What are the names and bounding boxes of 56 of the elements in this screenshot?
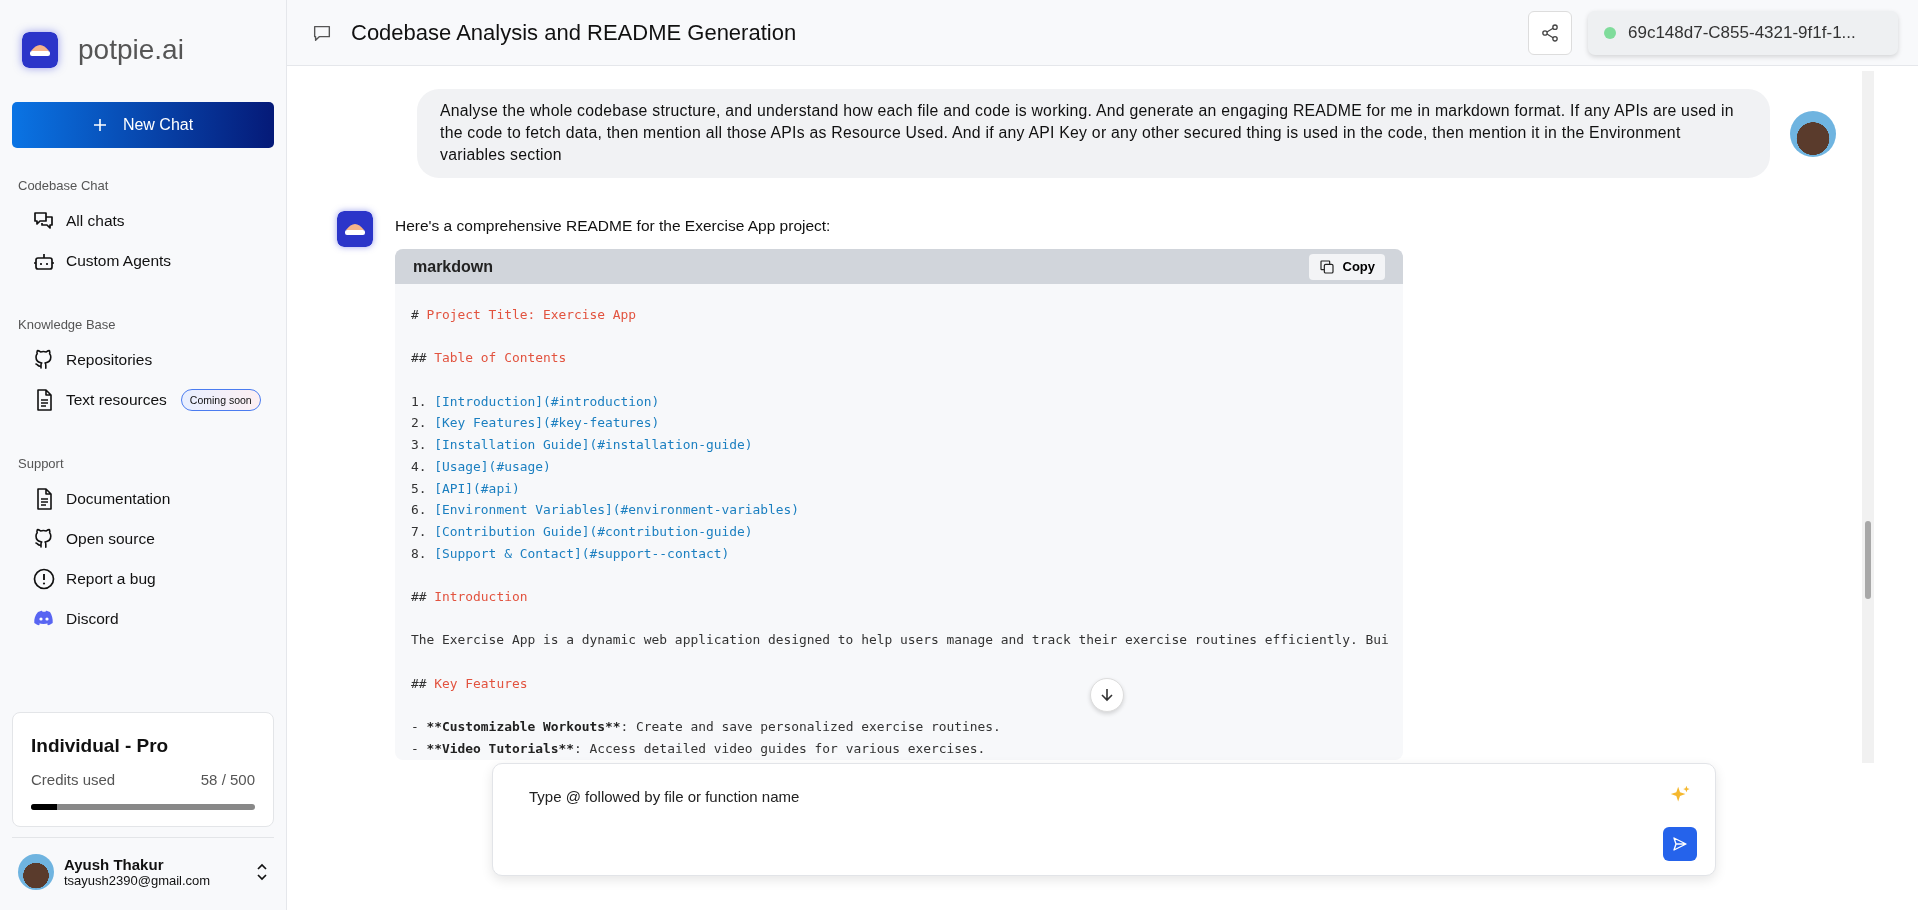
nav-link[interactable]: Documentation (66, 490, 171, 508)
new-chat-button[interactable]: New Chat (12, 102, 274, 148)
credits-count: 58 / 500 (200, 771, 255, 788)
code-language: markdown (413, 257, 493, 276)
nav-link[interactable]: All chats (66, 212, 125, 230)
nav-link[interactable]: Text resources (66, 391, 167, 409)
coming-soon-badge: Coming soon (180, 389, 261, 411)
user-avatar (1790, 110, 1836, 157)
scrollbar[interactable] (1862, 71, 1874, 763)
assistant-message: Here's a comprehensive README for the Exercise App project: (395, 217, 832, 235)
code-line: The Exercise App is a dynamic web application designed to help users manage and track their exercise routines efficiently. Bui (411, 632, 1389, 648)
send-icon (1672, 836, 1688, 852)
code-line: 7. [Contribution Guide](#contribution-guide) (411, 524, 753, 539)
code-line: 6. [Environment Variables](#environment-variables) (411, 502, 800, 518)
copy-icon (1318, 258, 1335, 275)
message-input[interactable]: Type @ followed by file or function name (529, 784, 1663, 809)
nav-link[interactable]: Repositories (66, 351, 153, 369)
chevron-up-down-icon[interactable] (256, 863, 268, 881)
code-line: 3. [Installation Guide](#installation-guide) (411, 437, 753, 453)
section-heading: Support (17, 456, 65, 471)
nav-link[interactable]: Open source (66, 530, 155, 548)
code-line: ## Introduction (411, 589, 528, 605)
code-line: 2. [Key Features](#key-features) (411, 415, 660, 431)
send-button[interactable] (1663, 827, 1697, 861)
code-line: 5. [API](#api) (411, 480, 520, 496)
chat-title: Codebase Analysis and README Generation (351, 19, 797, 46)
code-line: - **Video Tutorials**: Access detailed video guides for various exercises. (411, 740, 986, 756)
copy-button[interactable]: Copy (1308, 253, 1385, 280)
user-email: tsayush2390@gmail.com (64, 873, 212, 888)
code-line: ## Table of Contents (411, 350, 567, 366)
code-line: 4. [Usage](#usage) (411, 458, 551, 474)
nav-link[interactable]: Discord (66, 610, 119, 628)
user-message: Analyse the whole codebase structure, and understand how each file and code is working. And generate an engaging README for me in markdown format. If any APIs are used in the code to fetch data, then mention all those APIs as Resource Used. And if any API Key or any other secured thing is used in the code, then mention it in the Environment variables section (417, 89, 1770, 178)
share-icon (1540, 22, 1560, 43)
nav-link[interactable]: Report a bug (66, 570, 156, 588)
section-heading: Knowledge Base (17, 317, 117, 332)
plan-name: Individual - Pro (31, 735, 170, 757)
code-line: - **Customizable Workouts**: Create and save personalized exercise routines. (411, 719, 1001, 735)
user-avatar (18, 854, 54, 890)
code-line: ## Key Features (411, 675, 528, 691)
credits-label: Credits used (31, 771, 116, 788)
code-line: 1. [Introduction](#introduction) (411, 393, 660, 409)
brand-name: potpie.ai (78, 34, 184, 66)
share-button[interactable] (1528, 10, 1572, 55)
code-line: # Project Title: Exercise App (411, 307, 637, 322)
alert-circle-icon (32, 567, 56, 591)
plus-icon (92, 118, 107, 132)
session-id-pill[interactable]: 69c148d7-C855-4321-9f1f-1... (1588, 10, 1898, 55)
arrow-down-icon (1099, 687, 1115, 703)
pie-logo-icon (22, 32, 58, 68)
code-line: 8. [Support & Contact](#support--contact) (411, 545, 730, 561)
user-name: Ayush Thakur (64, 856, 165, 873)
pie-logo-icon (337, 211, 373, 247)
section-heading: Codebase Chat (17, 178, 110, 193)
status-dot (1604, 26, 1616, 39)
nav-link[interactable]: Custom Agents (66, 252, 172, 270)
